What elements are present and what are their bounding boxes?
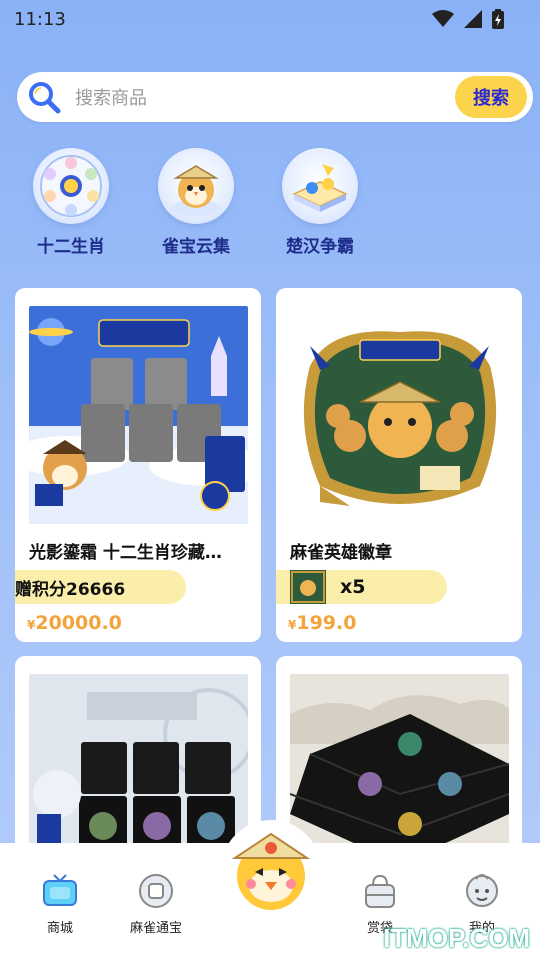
wifi-icon xyxy=(432,10,454,27)
product-image-black-boxes xyxy=(290,674,509,856)
category-zodiac[interactable]: 十二生肖 xyxy=(16,148,126,257)
search-input[interactable]: 搜索商品 xyxy=(75,84,455,110)
status-icons xyxy=(432,9,504,29)
product-card[interactable]: 光影鎏霜 十二生肖珍藏… 赠积分26666 ¥20000.0 xyxy=(15,288,261,642)
points-text: 赠积分26666 xyxy=(15,579,126,600)
watermark: ITMOP.COM xyxy=(383,923,530,953)
category-row: 十二生肖 雀宝云集 楚汉争霸 xyxy=(0,148,540,258)
profile-icon xyxy=(466,874,498,907)
product-card[interactable]: 麻雀英雄徽章 x5 ¥199.0 xyxy=(276,288,522,642)
category-label: 雀宝云集 xyxy=(162,237,230,257)
badge-thumbnail-icon xyxy=(290,570,326,604)
mascot-icon xyxy=(231,832,311,910)
product-image-zodiac-gift-box xyxy=(29,306,248,524)
product-title: 光影鎏霜 十二生肖珍藏… xyxy=(29,543,222,563)
category-label: 十二生肖 xyxy=(37,237,105,257)
search-button[interactable]: 搜索 xyxy=(455,76,527,118)
status-bar: 11:13 xyxy=(0,0,540,38)
nav-item-sparrow-coin[interactable]: 麻雀通宝 xyxy=(116,873,196,936)
nav-label: 麻雀通宝 xyxy=(129,921,182,936)
price-value: 199.0 xyxy=(296,612,357,634)
quantity-pill: x5 xyxy=(276,570,447,604)
nav-item-mall[interactable]: 商城 xyxy=(20,873,100,936)
center-mascot-button[interactable] xyxy=(221,820,321,920)
battery-icon xyxy=(492,9,504,29)
product-price: ¥199.0 xyxy=(288,612,356,634)
tv-icon xyxy=(43,874,77,906)
zodiac-wheel-icon xyxy=(33,148,109,224)
signal-icon xyxy=(464,10,482,28)
status-time: 11:13 xyxy=(14,8,66,30)
battle-board-icon xyxy=(282,148,358,224)
category-chu-han[interactable]: 楚汉争霸 xyxy=(265,148,375,257)
search-bar[interactable]: 搜索商品 搜索 xyxy=(17,72,533,122)
product-title: 麻雀英雄徽章 xyxy=(290,543,392,563)
nav-label: 商城 xyxy=(46,921,73,936)
product-image-hero-badge xyxy=(290,306,509,524)
product-image-six-gift-box xyxy=(29,674,248,856)
product-price: ¥20000.0 xyxy=(27,612,122,634)
category-label: 楚汉争霸 xyxy=(286,237,354,257)
coin-icon xyxy=(139,874,173,908)
category-sparrow[interactable]: 雀宝云集 xyxy=(141,148,251,257)
price-value: 20000.0 xyxy=(35,612,122,634)
points-pill: 赠积分26666 xyxy=(15,570,186,604)
search-icon xyxy=(29,82,61,114)
bird-mascot-icon xyxy=(158,148,234,224)
bag-icon xyxy=(365,874,395,908)
quantity-text: x5 xyxy=(340,576,366,598)
